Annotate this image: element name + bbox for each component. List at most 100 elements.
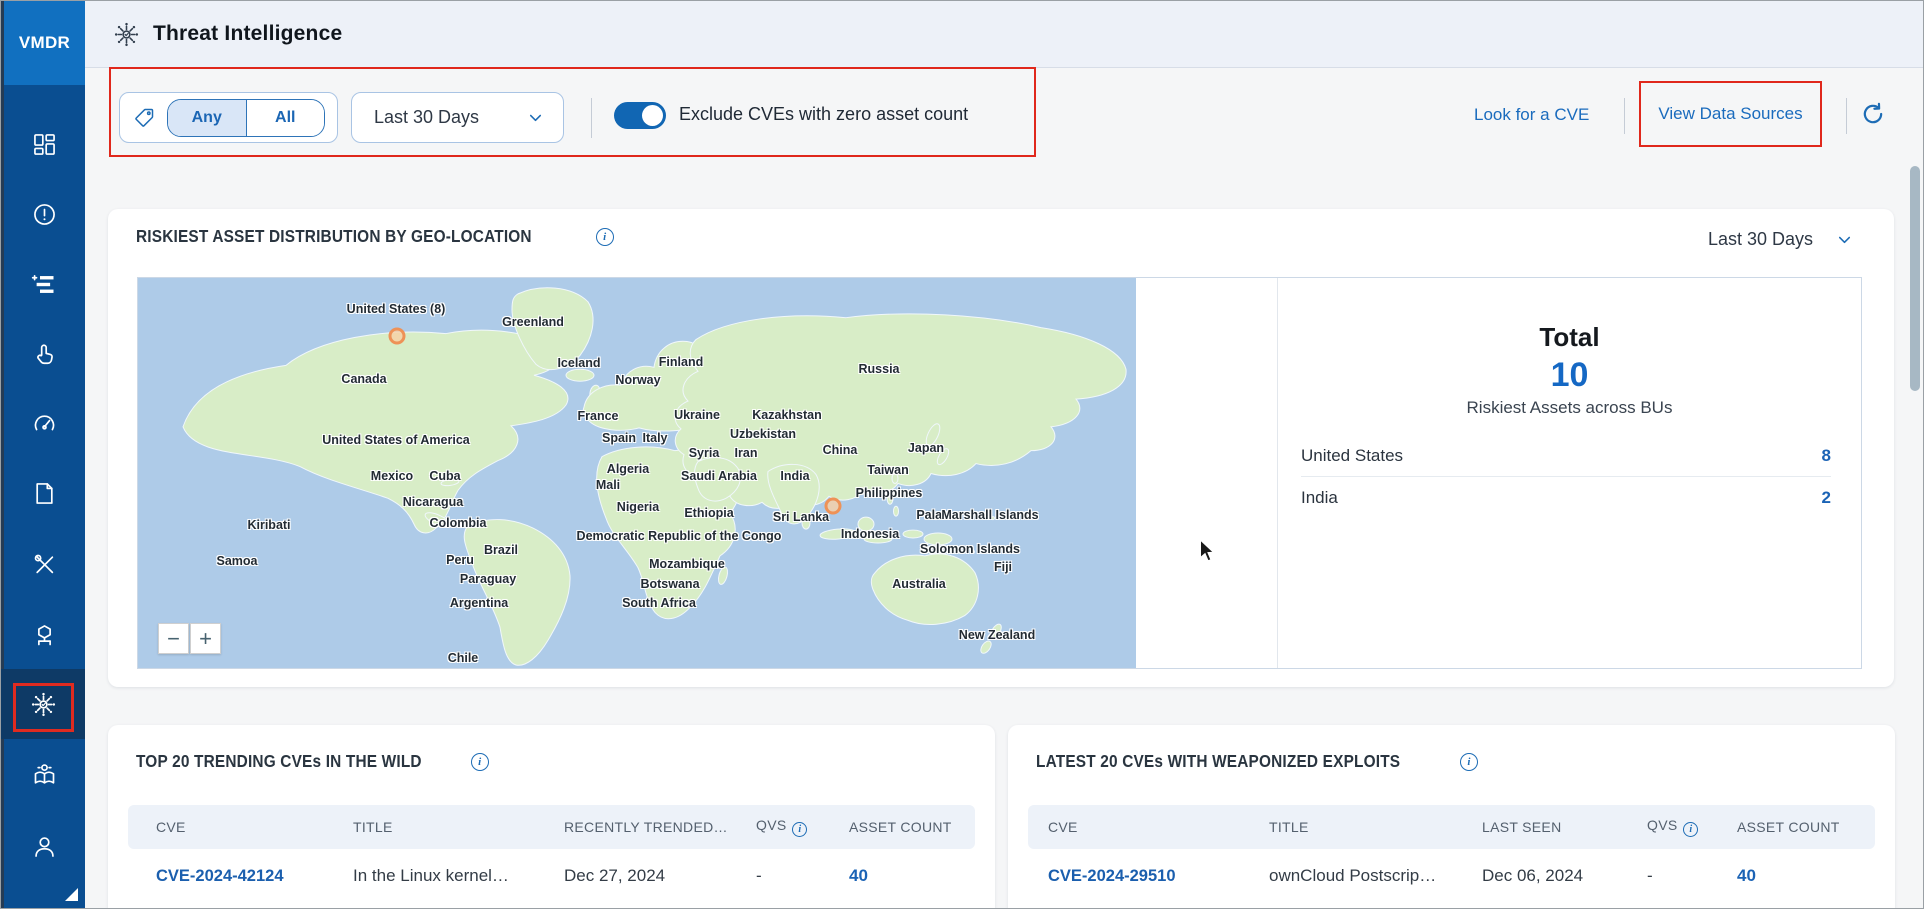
column-header[interactable]: RECENTLY TRENDED…: [564, 819, 756, 835]
map-country-label: Cuba: [429, 469, 460, 483]
learning-icon: [31, 762, 58, 789]
info-icon[interactable]: i: [596, 228, 614, 246]
sidebar-item-assets[interactable]: [4, 606, 85, 664]
sidebar-item-reports[interactable]: [4, 464, 85, 522]
map-asset-marker[interactable]: [825, 498, 842, 515]
tag-filter-group: Any All: [119, 92, 338, 143]
column-header[interactable]: ASSET COUNT: [849, 819, 975, 835]
sidebar-item-knowledgebase[interactable]: [4, 746, 85, 804]
column-header[interactable]: QVSi: [1647, 817, 1737, 837]
look-for-cve-link[interactable]: Look for a CVE: [1474, 105, 1589, 125]
column-header[interactable]: LAST SEEN: [1482, 819, 1647, 835]
map-country-label: Paraguay: [460, 572, 516, 586]
any-button[interactable]: Any: [168, 100, 246, 136]
map-country-label: Nigeria: [617, 500, 659, 514]
geo-summary-row[interactable]: United States 8: [1301, 435, 1831, 477]
info-icon[interactable]: i: [792, 822, 807, 837]
map-country-label: Russia: [859, 362, 900, 376]
sidebar-item-dashboard[interactable]: [4, 115, 85, 173]
map-country-label: Iceland: [557, 356, 600, 370]
country-count[interactable]: 2: [1822, 488, 1831, 508]
sidebar-item-scans[interactable]: [4, 395, 85, 453]
document-icon: [31, 480, 58, 507]
map-country-label: Syria: [689, 446, 720, 460]
divider: [591, 98, 592, 138]
all-button[interactable]: All: [246, 100, 325, 136]
gauge-icon: [31, 411, 58, 438]
cve-link[interactable]: CVE-2024-29510: [1048, 867, 1269, 886]
world-map[interactable]: United States (8)GreenlandCanadaIcelandN…: [138, 278, 1136, 668]
map-country-label: Fiji: [994, 560, 1012, 574]
page-title: Threat Intelligence: [153, 22, 342, 46]
tools-icon: [31, 551, 58, 578]
map-country-label: Marshall Islands: [941, 508, 1038, 522]
map-labels: United States (8)GreenlandCanadaIcelandN…: [138, 278, 1136, 668]
map-country-label: Taiwan: [867, 463, 908, 477]
map-country-label: Indonesia: [841, 527, 899, 541]
top-bar: Threat Intelligence: [85, 1, 1923, 68]
refresh-button[interactable]: [1859, 100, 1889, 130]
date-range-value: Last 30 Days: [374, 107, 479, 128]
geo-date-range-dropdown[interactable]: Last 30 Days: [1708, 229, 1854, 250]
column-header[interactable]: CVE: [1048, 819, 1269, 835]
asset-count-cell[interactable]: 40: [1737, 866, 1875, 886]
qvs-cell: -: [756, 866, 849, 886]
map-asset-marker[interactable]: [389, 327, 406, 344]
table-row[interactable]: CVE-2024-42124In the Linux kernel…Dec 27…: [128, 849, 975, 903]
table-body: CVE-2024-29510ownCloud Postscrip…Dec 06,…: [1028, 849, 1875, 903]
info-icon[interactable]: i: [1460, 753, 1478, 771]
column-header[interactable]: TITLE: [1269, 819, 1482, 835]
map-country-label: Philippines: [856, 486, 923, 500]
map-country-label: France: [578, 409, 619, 423]
asset-network-icon: [31, 622, 58, 649]
tag-icon[interactable]: [132, 106, 156, 130]
map-country-label: Kazakhstan: [752, 408, 821, 422]
column-header[interactable]: TITLE: [353, 819, 564, 835]
map-country-label: India: [780, 469, 809, 483]
sidebar-item-remediation[interactable]: [4, 535, 85, 593]
map-country-label: New Zealand: [959, 628, 1035, 642]
country-count[interactable]: 8: [1822, 446, 1831, 466]
map-country-label: Greenland: [502, 315, 564, 329]
zoom-in-button[interactable]: +: [190, 623, 221, 654]
divider: [1624, 98, 1625, 134]
map-country-label: Chile: [448, 651, 479, 665]
view-data-sources-link[interactable]: View Data Sources: [1658, 104, 1802, 124]
vertical-scrollbar[interactable]: [1910, 166, 1920, 391]
cve-link[interactable]: CVE-2024-42124: [156, 867, 353, 886]
geo-summary-panel: Total 10 Riskiest Assets across BUs Unit…: [1278, 278, 1861, 668]
table-header: CVETITLERECENTLY TRENDED…QVSiASSET COUNT: [128, 805, 975, 849]
zoom-out-button[interactable]: −: [158, 623, 189, 654]
map-country-label: Argentina: [450, 596, 508, 610]
country-label: India: [1301, 488, 1338, 508]
column-header[interactable]: QVSi: [756, 817, 849, 837]
exclude-toggle-label: Exclude CVEs with zero asset count: [679, 104, 968, 125]
map-country-label: Botswana: [640, 577, 699, 591]
threat-intelligence-header-icon: [113, 21, 140, 48]
total-subtitle: Riskiest Assets across BUs: [1278, 398, 1861, 418]
total-value: 10: [1278, 356, 1861, 395]
sidebar-item-user[interactable]: [4, 817, 85, 875]
sidebar-item-threat-intelligence[interactable]: [1, 669, 85, 739]
geo-summary-row[interactable]: India 2: [1301, 477, 1831, 519]
weaponized-cves-card: LATEST 20 CVEs WITH WEAPONIZED EXPLOITS …: [1008, 725, 1895, 909]
table-row[interactable]: CVE-2024-29510ownCloud Postscrip…Dec 06,…: [1028, 849, 1875, 903]
date-range-dropdown[interactable]: Last 30 Days: [351, 92, 564, 143]
exclude-zero-assets-toggle[interactable]: [614, 102, 666, 129]
info-icon[interactable]: i: [471, 753, 489, 771]
info-icon[interactable]: i: [1683, 822, 1698, 837]
title-cell: ownCloud Postscrip…: [1269, 866, 1482, 886]
sidebar-item-responses[interactable]: [4, 325, 85, 383]
map-country-label: Algeria: [607, 462, 649, 476]
vmdr-logo[interactable]: VMDR: [4, 1, 85, 85]
date-cell: Dec 27, 2024: [564, 866, 756, 886]
column-header[interactable]: ASSET COUNT: [1737, 819, 1875, 835]
sidebar-item-vulnerabilities[interactable]: [4, 185, 85, 243]
map-country-label: Peru: [446, 553, 474, 567]
sidebar-item-prioritization[interactable]: [4, 255, 85, 313]
divider: [1846, 98, 1847, 134]
asset-count-cell[interactable]: 40: [849, 866, 975, 886]
column-header[interactable]: CVE: [156, 819, 353, 835]
refresh-icon: [1859, 100, 1887, 128]
map-country-label: Iran: [735, 446, 758, 460]
